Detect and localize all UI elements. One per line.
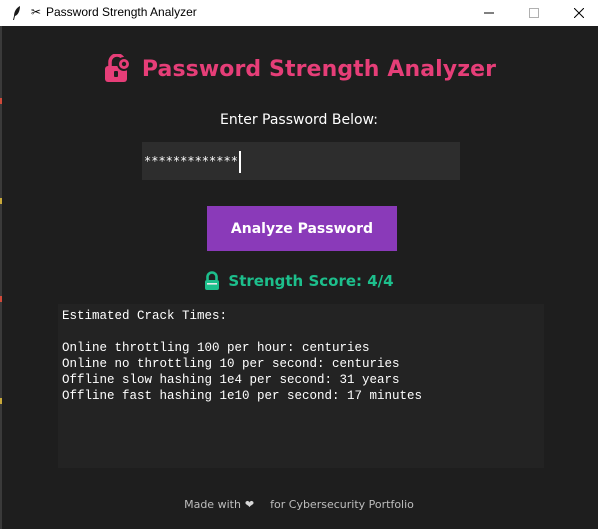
page-heading: Password Strength Analyzer xyxy=(0,52,598,86)
feather-icon xyxy=(13,6,20,20)
lock-icon xyxy=(104,54,131,82)
title-bar: ✂ Password Strength Analyzer xyxy=(0,0,598,26)
window-title: Password Strength Analyzer xyxy=(46,5,197,19)
crack-times-line: Online throttling 100 per hour: centurie… xyxy=(62,341,370,355)
footer-made-with: Made with xyxy=(184,497,241,511)
crack-times-line: Offline slow hashing 1e4 per second: 31 … xyxy=(62,373,400,387)
maximize-button[interactable] xyxy=(511,0,557,26)
close-icon xyxy=(574,8,584,18)
password-masked-value: ************* xyxy=(144,154,238,168)
minimize-icon xyxy=(484,12,494,14)
green-lock-icon xyxy=(205,271,220,290)
maximize-icon xyxy=(529,8,539,18)
app-window: ✂ Password Strength Analyzer Password St… xyxy=(0,0,598,529)
minimize-button[interactable] xyxy=(466,0,512,26)
text-caret xyxy=(238,150,241,173)
page-title: Password Strength Analyzer xyxy=(141,56,497,82)
crack-times-line: Offline fast hashing 1e10 per second: 17… xyxy=(62,389,423,403)
tools-icon: ✂ xyxy=(31,5,42,19)
password-prompt-label: Enter Password Below: xyxy=(220,112,378,128)
password-input[interactable]: ************* xyxy=(142,142,460,180)
close-button[interactable] xyxy=(556,0,598,26)
crack-times-output[interactable]: Estimated Crack Times: Online throttling… xyxy=(58,304,544,468)
analyze-password-button[interactable]: Analyze Password xyxy=(207,206,397,251)
footer-suffix: for Cybersecurity Portfolio xyxy=(270,497,414,511)
crack-times-line: Estimated Crack Times: xyxy=(62,309,228,323)
crack-times-line: Online no throttling 10 per second: cent… xyxy=(62,357,400,371)
heart-icon: ❤ xyxy=(244,497,255,511)
footer-credit: Made with ❤ for Cybersecurity Portfolio xyxy=(0,496,598,512)
strength-score-text: Strength Score: 4/4 xyxy=(228,272,394,290)
strength-score: Strength Score: 4/4 xyxy=(0,268,598,294)
crack-times-line xyxy=(62,324,544,340)
